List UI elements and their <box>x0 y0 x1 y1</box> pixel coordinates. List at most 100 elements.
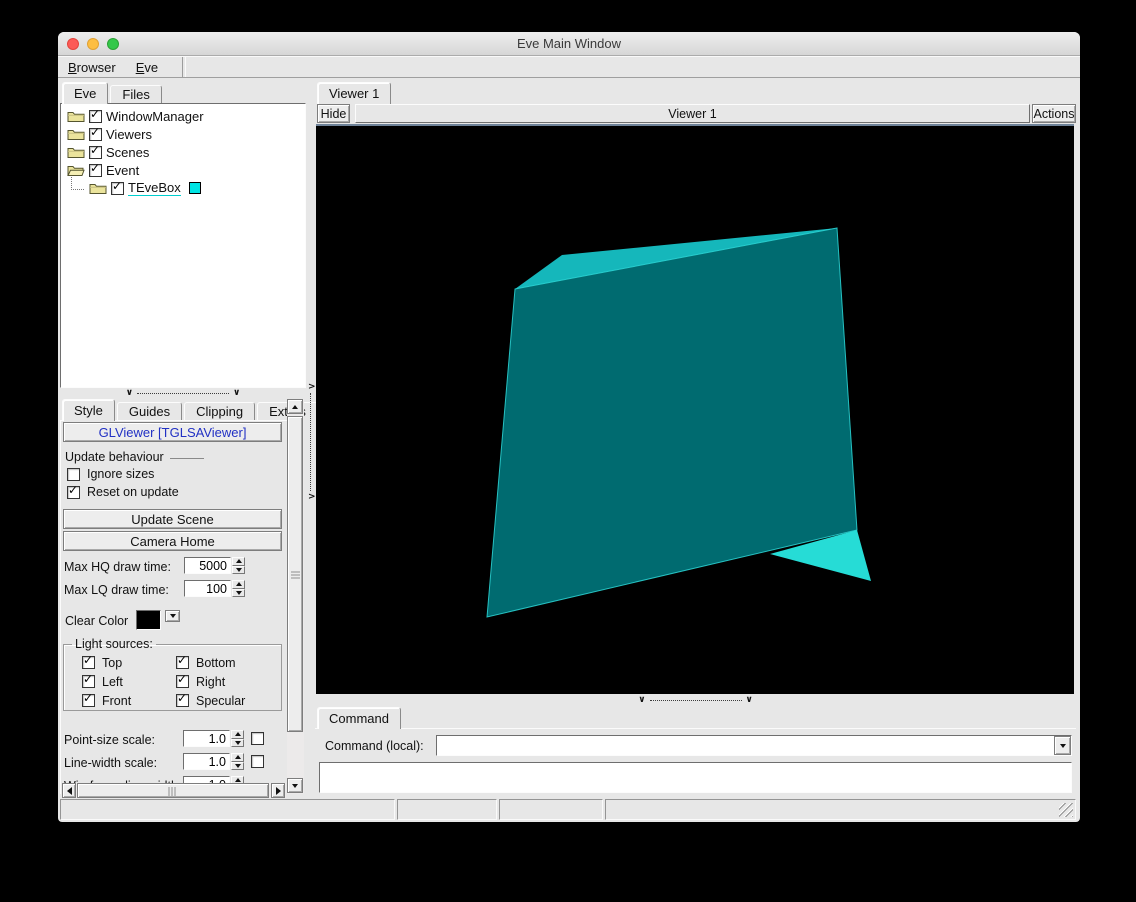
clear-color-swatch[interactable] <box>136 610 161 630</box>
label-light-bottom: Bottom <box>196 655 236 670</box>
max-lq-draw-time-spinner-input[interactable] <box>184 580 231 597</box>
checkbox-light-left[interactable]: ✓ <box>82 673 95 688</box>
line-width-scale-spinner-up-icon[interactable] <box>231 753 244 762</box>
viewer-titlebar[interactable]: Viewer 1 <box>355 104 1030 123</box>
tree-label-scenes: Scenes <box>106 144 150 160</box>
tree-item-tevebox[interactable]: ✓ TEveBox <box>63 177 303 197</box>
folder-icon <box>67 145 85 159</box>
color-swatch <box>188 182 201 194</box>
status-cell-3 <box>499 799 603 820</box>
camera-home-button[interactable]: Camera Home <box>63 531 282 551</box>
tree-checkbox-tevebox[interactable]: ✓ <box>111 178 124 195</box>
checkbox-light-specular[interactable]: ✓ <box>176 691 189 707</box>
tab-files[interactable]: Files <box>110 85 162 103</box>
clear-color-label: Clear Color <box>65 614 129 628</box>
editor-vertical-scrollbar[interactable] <box>287 399 304 794</box>
update-scene-button[interactable]: Update Scene <box>63 509 282 529</box>
vscroll-thumb[interactable] <box>287 416 303 732</box>
label-light-left: Left <box>102 674 123 689</box>
hscroll-thumb[interactable] <box>77 783 269 798</box>
scroll-right-icon[interactable] <box>271 783 285 798</box>
tab-command[interactable]: Command <box>317 707 401 729</box>
max-lq-draw-time-spinner-up-icon[interactable] <box>232 580 245 589</box>
viewer-command-splitter[interactable]: ∨ ∨ <box>313 695 1078 705</box>
tree-checkbox-event[interactable]: ✓ <box>89 160 102 177</box>
check-icon: ✓ <box>112 178 123 193</box>
max-hq-draw-time-spinner-input[interactable] <box>184 557 231 574</box>
check-icon: ✓ <box>90 142 101 157</box>
max-lq-draw-time-spinner-down-icon[interactable] <box>232 588 245 597</box>
check-icon: ✓ <box>177 653 188 667</box>
chevron-down-icon[interactable]: ∨ <box>233 389 240 398</box>
viewer-panel: Viewer 1 Hide Viewer 1 Actions ∨ ∨ Comma… <box>313 81 1078 795</box>
glviewer-class-button[interactable]: GLViewer [TGLSAViewer] <box>63 422 282 442</box>
point-size-scale-spinner-input[interactable] <box>183 730 230 747</box>
checkbox-light-bottom[interactable]: ✓ <box>176 653 189 669</box>
tree-editor-splitter[interactable]: ∨ ∨ <box>60 388 306 398</box>
chevron-down-icon[interactable]: ∨ <box>638 696 645 705</box>
gl-viewport[interactable] <box>316 124 1074 694</box>
tree-connector <box>71 177 84 190</box>
window-title: Eve Main Window <box>516 36 622 51</box>
light-top: ✓ Top <box>82 653 176 672</box>
tree-item-windowmanager[interactable]: ✓ WindowManager <box>63 107 303 125</box>
check-icon: ✓ <box>90 160 101 175</box>
tree-checkbox-scenes[interactable]: ✓ <box>89 142 102 159</box>
max-hq-draw-time-spinner-up-icon[interactable] <box>232 557 245 566</box>
hide-button[interactable]: Hide <box>317 104 350 123</box>
tree-item-event[interactable]: ✓ Event <box>63 161 303 179</box>
scroll-down-icon[interactable] <box>287 778 303 793</box>
checkbox-row-reset-on-update: ✓ Reset on update <box>67 483 179 499</box>
tab-clipping[interactable]: Clipping <box>184 402 256 420</box>
editor-horizontal-scrollbar[interactable] <box>62 783 286 798</box>
checkbox-reset-on-update[interactable]: ✓ <box>67 483 80 499</box>
tab-viewer-1[interactable]: Viewer 1 <box>317 82 392 104</box>
scroll-up-icon[interactable] <box>287 399 303 414</box>
line-width-scale-spinner-down-icon[interactable] <box>231 761 244 770</box>
tree-checkbox-viewers[interactable]: ✓ <box>89 124 102 141</box>
tab-guides[interactable]: Guides <box>116 402 183 420</box>
viewer-header: Hide Viewer 1 Actions <box>315 103 1076 124</box>
checkbox-light-right[interactable]: ✓ <box>176 673 189 688</box>
point-size-scale-checkbox[interactable] <box>251 732 264 745</box>
tree-label-windowmanager: WindowManager <box>106 108 204 124</box>
chevron-down-icon[interactable]: ∨ <box>126 389 133 398</box>
point-size-scale-spinner-up-icon[interactable] <box>231 730 244 739</box>
chevron-down-icon[interactable]: ∨ <box>746 696 753 705</box>
command-output[interactable] <box>319 762 1072 793</box>
tab-eve[interactable]: Eve <box>62 82 109 104</box>
status-cell-4 <box>605 799 1076 820</box>
checkbox-light-front[interactable]: ✓ <box>82 692 95 707</box>
tree-item-viewers[interactable]: ✓ Viewers <box>63 125 303 143</box>
screen: Eve Main Window Browser Eve Eve Files ✓ Wi… <box>0 0 1136 902</box>
checkbox-ignore-sizes[interactable] <box>67 467 80 481</box>
command-input[interactable] <box>437 736 1054 755</box>
tree-item-scenes[interactable]: ✓ Scenes <box>63 143 303 161</box>
label-max-lq-draw-time: Max LQ draw time: <box>64 583 169 597</box>
tab-style[interactable]: Style <box>62 399 115 421</box>
check-icon: ✓ <box>90 124 101 139</box>
titlebar[interactable]: Eve Main Window <box>58 32 1080 56</box>
point-size-scale-spinner-down-icon[interactable] <box>231 738 244 747</box>
tree-checkbox-windowmanager[interactable]: ✓ <box>89 107 102 123</box>
line-width-scale-spinner-input[interactable] <box>183 753 230 770</box>
line-width-scale-checkbox[interactable] <box>251 755 264 768</box>
chevron-down-icon <box>169 614 176 618</box>
check-icon: ✓ <box>177 691 188 705</box>
splitter-dots <box>310 393 311 491</box>
label-light-specular: Specular <box>196 693 246 708</box>
scroll-left-icon[interactable] <box>62 783 76 798</box>
actions-button[interactable]: Actions <box>1032 104 1076 123</box>
label-reset-on-update: Reset on update <box>87 485 179 499</box>
combo-dropdown-icon[interactable] <box>1054 736 1071 755</box>
light-bottom: ✓ Bottom <box>176 653 270 672</box>
label-max-hq-draw-time: Max HQ draw time: <box>64 560 171 574</box>
clear-color-dropdown-button[interactable] <box>165 610 180 622</box>
point-size-scale-spinner <box>183 730 244 747</box>
max-hq-draw-time-spinner-down-icon[interactable] <box>232 565 245 574</box>
menu-eve[interactable]: Eve <box>126 57 168 77</box>
command-combobox[interactable] <box>436 735 1072 756</box>
menu-browser[interactable]: Browser <box>58 57 126 77</box>
checkbox-light-top[interactable]: ✓ <box>82 654 95 669</box>
resize-grip-icon[interactable] <box>1059 803 1073 817</box>
